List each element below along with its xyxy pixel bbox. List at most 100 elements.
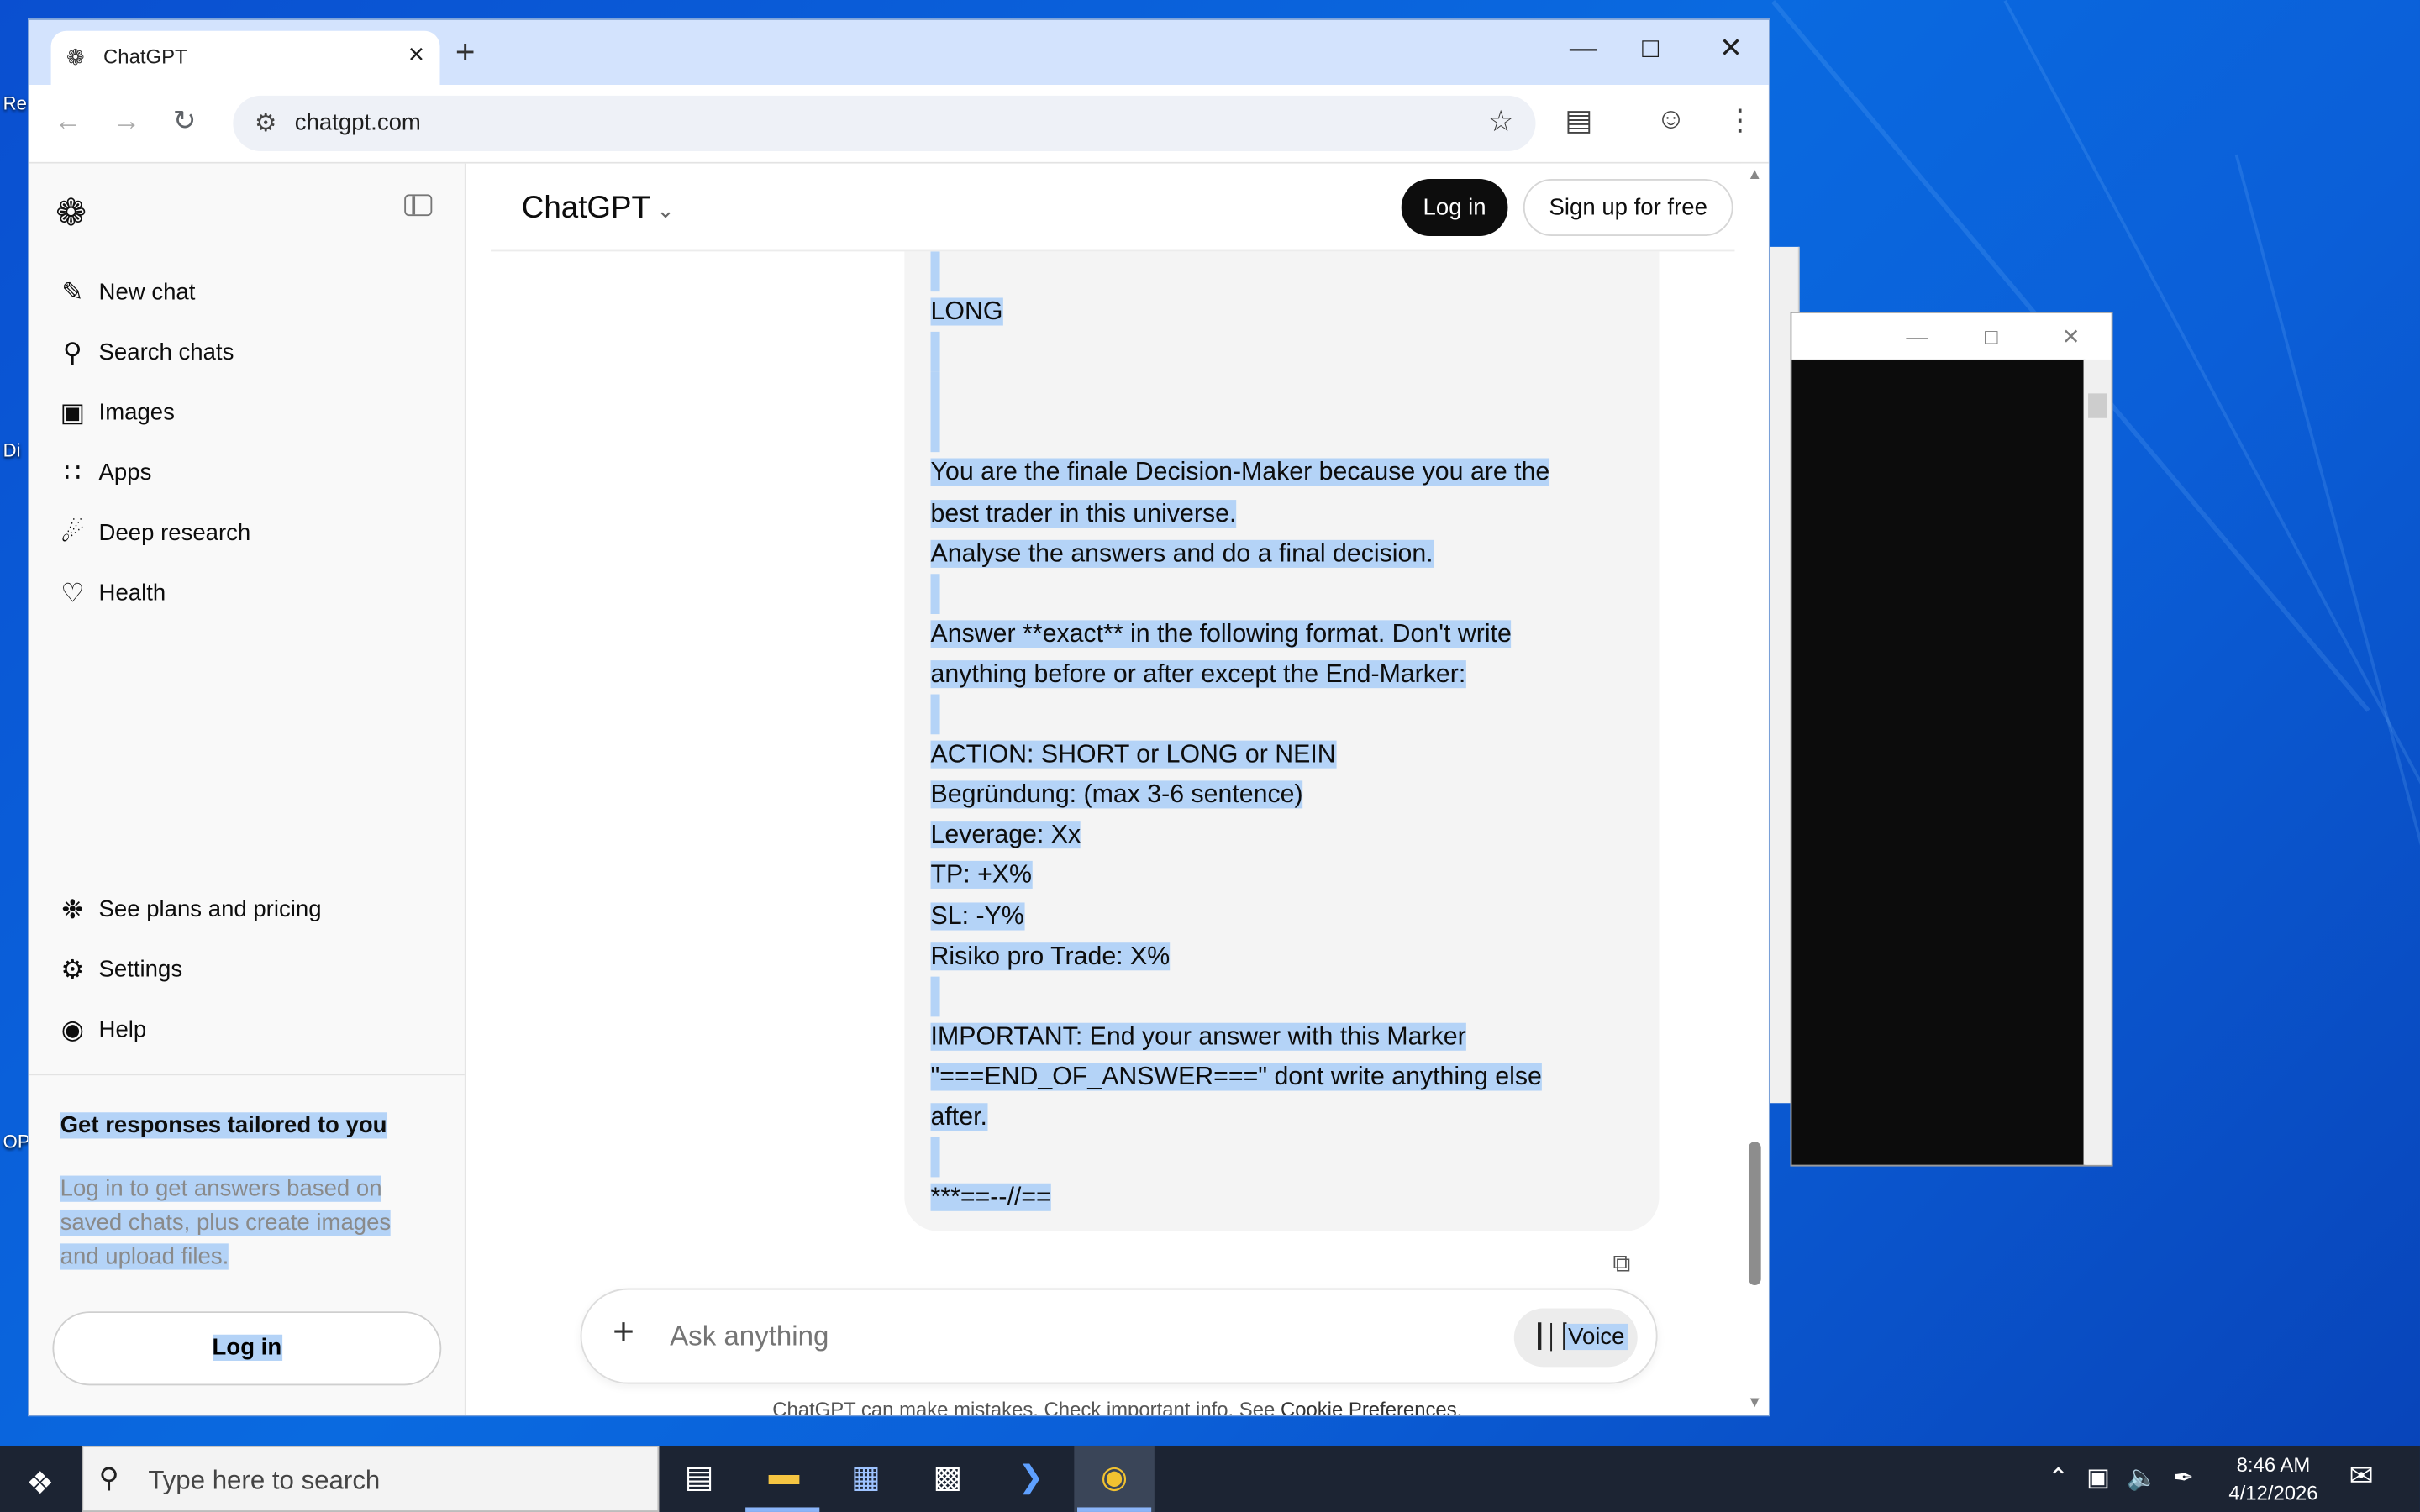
- sidebar-item-images[interactable]: ▣ Images: [57, 387, 443, 439]
- network-icon[interactable]: ▣: [2086, 1462, 2110, 1494]
- cookie-preferences-link[interactable]: Cookie Preferences: [1281, 1398, 1457, 1415]
- sidebar-item-new-chat[interactable]: ✎ New chat: [57, 267, 443, 319]
- message-line: Risiko pro Trade: X%: [930, 936, 1610, 976]
- clock-date: 4/12/2026: [2228, 1481, 2318, 1504]
- chatgpt-page: ❁ ✎ New chat ⚲ Search chats ▣ Images ∷ A…: [29, 163, 1769, 1417]
- prompt-input[interactable]: [670, 1320, 1473, 1353]
- site-settings-icon[interactable]: ⚙: [255, 108, 276, 139]
- scrollbar-thumb[interactable]: [2088, 393, 2107, 418]
- sidebar-item-settings[interactable]: ⚙ Settings: [57, 944, 443, 996]
- server-manager-icon[interactable]: ▦: [843, 1458, 889, 1499]
- sidebar-toggle-icon[interactable]: [404, 194, 433, 217]
- message-line: You are the finale Decision-Maker becaus…: [930, 453, 1610, 493]
- sidebar-item-health[interactable]: ♡ Health: [57, 568, 443, 620]
- scrollbar-thumb[interactable]: [1748, 1142, 1761, 1285]
- signup-button[interactable]: Sign up for free: [1523, 179, 1733, 237]
- sidebar-item-help[interactable]: ◉ Help: [57, 1005, 443, 1057]
- composer: + ┃│┃ Voice: [580, 1288, 1658, 1384]
- tab-chatgpt[interactable]: ❁ ChatGPT ×: [50, 30, 440, 86]
- login-label: Log in: [212, 1334, 282, 1361]
- scroll-up-icon[interactable]: ▲: [1747, 166, 1762, 183]
- system-clock[interactable]: 8:46 AM 4/12/2026: [2223, 1452, 2324, 1507]
- profile-icon[interactable]: ☺: [1656, 103, 1686, 137]
- close-icon[interactable]: ×: [408, 39, 424, 71]
- close-icon[interactable]: ✕: [2062, 324, 2081, 350]
- bookmark-star-icon[interactable]: ☆: [1487, 105, 1513, 140]
- sidebar: ❁ ✎ New chat ⚲ Search chats ▣ Images ∷ A…: [29, 163, 466, 1415]
- powershell-icon[interactable]: ❯: [1007, 1458, 1054, 1499]
- message-line-text: [930, 372, 940, 413]
- message-line: SL: -Y%: [930, 895, 1610, 936]
- plus-icon[interactable]: +: [613, 1311, 634, 1354]
- copy-icon[interactable]: ⧉: [1612, 1252, 1630, 1279]
- taskbar-search[interactable]: ⚲ Type here to search: [82, 1445, 660, 1512]
- sidebar-item-label: Images: [98, 399, 175, 426]
- file-explorer-icon[interactable]: ▬: [760, 1458, 807, 1499]
- help-icon: ◉: [60, 1015, 84, 1045]
- model-selector[interactable]: ChatGPT ⌄: [522, 192, 675, 227]
- terminal-titlebar[interactable]: — □ ✕: [1791, 312, 2112, 360]
- message-line-text: "===END_OF_ANSWER===" dont write anythin…: [930, 1063, 1542, 1091]
- sidebar-item-label: See plans and pricing: [98, 896, 322, 923]
- message-line-text: You are the finale Decision-Maker becaus…: [930, 459, 1550, 487]
- notification-center-icon[interactable]: ✉: [2349, 1460, 2373, 1495]
- sidebar-item-search-chats[interactable]: ⚲ Search chats: [57, 327, 443, 379]
- login-button[interactable]: Log in: [1401, 179, 1508, 237]
- minimize-icon[interactable]: —: [1906, 324, 1928, 349]
- sidebar-item-label: Help: [98, 1016, 147, 1043]
- taskbar: ❖ ⚲ Type here to search ▤ ▬ ▦ ▩ ❯ ◉ ⌃ ▣ …: [0, 1445, 2420, 1512]
- address-bar[interactable]: ⚙ chatgpt.com ☆: [233, 95, 1536, 151]
- forward-icon[interactable]: →: [113, 105, 140, 138]
- tab-strip: ❁ ChatGPT × + — □ ✕: [29, 19, 1769, 86]
- message-line-text: [930, 694, 940, 735]
- message-line: [930, 976, 1610, 1016]
- disclaimer: ChatGPT can make mistakes. Check importa…: [466, 1398, 1769, 1417]
- search-icon: ⚲: [98, 1462, 119, 1494]
- maximize-icon[interactable]: □: [1985, 324, 1998, 349]
- promo-title: Get responses tailored to you: [60, 1112, 387, 1139]
- openai-logo-icon[interactable]: ❁: [55, 192, 87, 236]
- taskbar-search-placeholder: Type here to search: [148, 1465, 381, 1495]
- plans-icon: ❉: [61, 895, 84, 925]
- reload-icon[interactable]: ↻: [173, 105, 197, 138]
- message-line: after.: [930, 1097, 1610, 1137]
- pen-icon[interactable]: ✒: [2173, 1462, 2194, 1494]
- chat-main: ChatGPT ⌄ Log in Sign up for free LONG Yo…: [466, 163, 1769, 1417]
- scroll-down-icon[interactable]: ▼: [1747, 1394, 1762, 1411]
- desktop-icon-label: Re: [3, 92, 27, 114]
- message-line: anything before or after except the End-…: [930, 654, 1610, 695]
- message-line-text: [930, 976, 940, 1016]
- task-view-icon[interactable]: ▤: [676, 1458, 722, 1499]
- openai-logo-icon: ❁: [66, 45, 85, 70]
- terminal-icon[interactable]: ▩: [924, 1458, 971, 1499]
- voice-label: Voice: [1565, 1323, 1628, 1351]
- voice-button[interactable]: ┃│┃ Voice: [1513, 1308, 1638, 1368]
- sidebar-item-deep-research[interactable]: ☄ Deep research: [57, 507, 443, 559]
- page-scrollbar[interactable]: ▲ ▼: [1740, 163, 1769, 1415]
- chevron-up-icon[interactable]: ⌃: [2048, 1462, 2069, 1494]
- sidebar-item-apps[interactable]: ∷ Apps: [57, 448, 443, 500]
- search-tabs-icon[interactable]: ▤: [1565, 103, 1592, 139]
- menu-icon[interactable]: ⋮: [1725, 103, 1754, 139]
- volume-muted-icon[interactable]: 🔈: [2127, 1462, 2158, 1494]
- terminal-scrollbar[interactable]: [2083, 359, 2112, 1165]
- divider: [29, 1074, 465, 1076]
- minimize-icon[interactable]: —: [1570, 33, 1597, 66]
- terminal-output[interactable]: [1791, 359, 2086, 1165]
- url-text[interactable]: chatgpt.com: [295, 109, 421, 135]
- message-text[interactable]: LONG You are the finale Decision-Maker b…: [930, 251, 1610, 1217]
- new-tab-button[interactable]: +: [455, 33, 476, 73]
- maximize-icon[interactable]: □: [1642, 33, 1659, 66]
- chrome-icon[interactable]: ◉: [1092, 1458, 1138, 1499]
- windows-start-icon[interactable]: ❖: [26, 1464, 54, 1503]
- back-icon[interactable]: ←: [54, 105, 82, 138]
- message-line-text: [930, 1137, 940, 1178]
- close-icon[interactable]: ✕: [1719, 33, 1743, 66]
- disclaimer-text: ChatGPT can make mistakes. Check importa…: [772, 1398, 1276, 1417]
- message-line-text: Leverage: Xx: [930, 821, 1081, 849]
- heart-icon: ♡: [60, 578, 85, 608]
- message-line: TP: +X%: [930, 855, 1610, 895]
- sidebar-item-plans[interactable]: ❉ See plans and pricing: [57, 884, 443, 936]
- terminal-window[interactable]: — □ ✕: [1790, 312, 2113, 1167]
- sidebar-login-button[interactable]: Log in: [52, 1311, 442, 1386]
